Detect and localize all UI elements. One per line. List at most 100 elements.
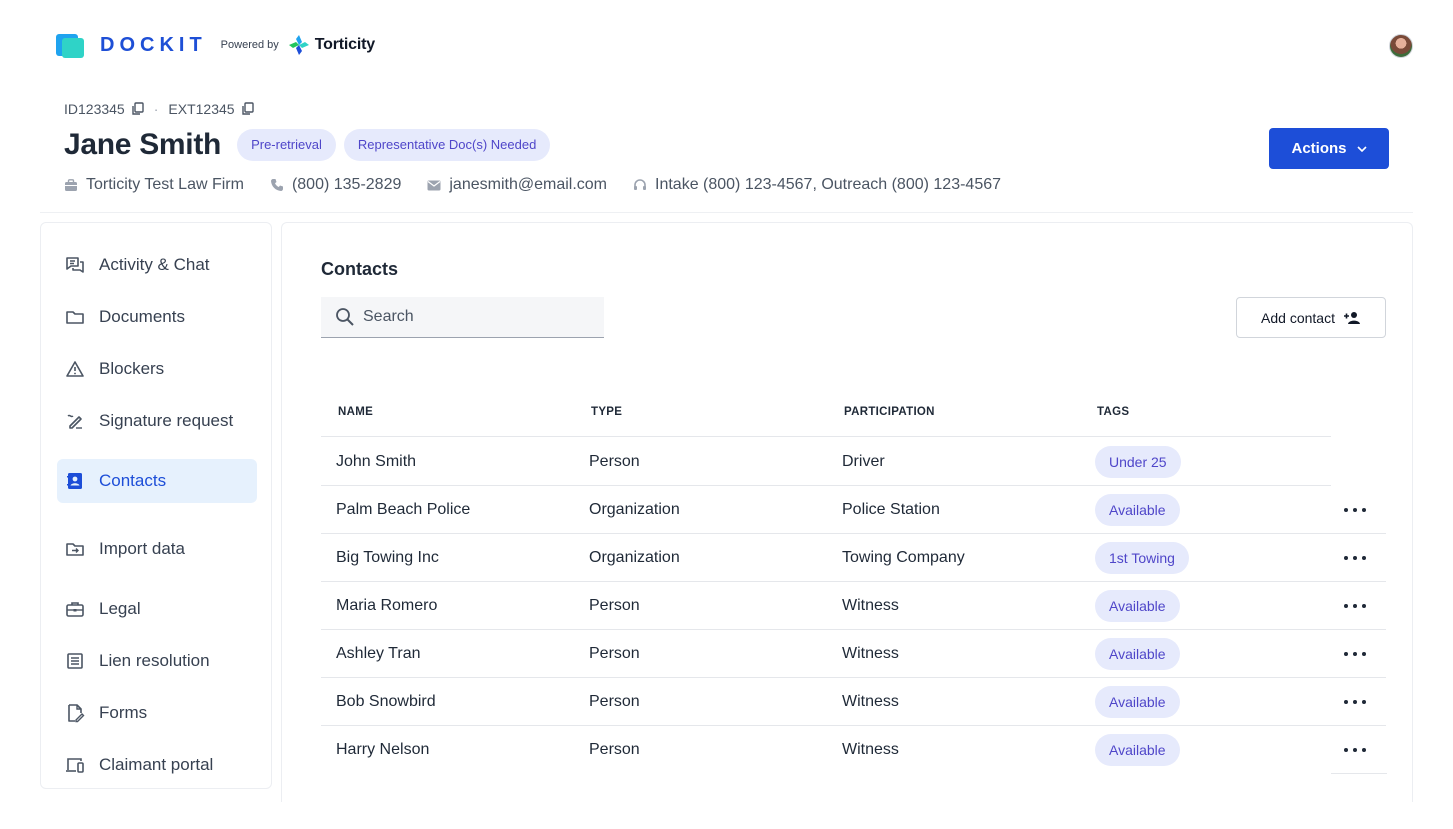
contact-participation: Police Station bbox=[842, 501, 940, 518]
torticity-logo-icon bbox=[288, 35, 309, 55]
table-row[interactable]: Big Towing Inc Organization Towing Compa… bbox=[321, 534, 1386, 582]
contact-participation: Witness bbox=[842, 645, 899, 662]
more-options-icon[interactable] bbox=[1344, 644, 1366, 664]
sidebar-item-label: Documents bbox=[99, 307, 185, 326]
contact-participation: Witness bbox=[842, 693, 899, 710]
table-row[interactable]: Bob Snowbird Person Witness Available bbox=[321, 678, 1386, 726]
external-id: EXT12345 bbox=[168, 101, 235, 117]
sidebar-item-documents[interactable]: Documents bbox=[57, 295, 257, 339]
search-icon bbox=[336, 308, 354, 326]
chat-icon bbox=[66, 257, 84, 273]
contact-type: Person bbox=[589, 453, 640, 470]
folder-icon bbox=[66, 311, 84, 324]
table-header: NAME TYPE PARTICIPATION TAGS bbox=[321, 389, 1331, 437]
sidebar-item-lien-resolution[interactable]: Lien resolution bbox=[57, 639, 257, 683]
mail-icon bbox=[427, 180, 441, 190]
search-box[interactable] bbox=[321, 297, 604, 338]
table-row[interactable]: Palm Beach Police Organization Police St… bbox=[321, 486, 1386, 534]
law-firm-name: Torticity Test Law Firm bbox=[86, 176, 244, 193]
sidebar-item-label: Activity & Chat bbox=[99, 255, 210, 274]
signature-icon bbox=[67, 414, 82, 429]
partner-logo: Torticity bbox=[287, 33, 375, 57]
sidebar-item-legal[interactable]: Legal bbox=[57, 587, 257, 631]
search-input[interactable] bbox=[363, 308, 583, 326]
table-row[interactable]: John Smith Person Driver Under 25 bbox=[321, 438, 1331, 486]
sidebar-item-label: Forms bbox=[99, 703, 148, 722]
more-options-icon[interactable] bbox=[1344, 692, 1366, 712]
sidebar-item-signature-request[interactable]: Signature request bbox=[57, 399, 257, 443]
contact-name: Ashley Tran bbox=[336, 645, 421, 662]
column-header-tags[interactable]: TAGS bbox=[1097, 406, 1129, 418]
phone: (800) 135-2829 bbox=[270, 176, 401, 194]
contact-name: Palm Beach Police bbox=[336, 501, 471, 518]
avatar[interactable] bbox=[1389, 34, 1413, 58]
add-contact-label: Add contact bbox=[1261, 309, 1335, 326]
sidebar-item-forms[interactable]: Forms bbox=[57, 691, 257, 735]
case-ids: ID123345 · EXT12345 bbox=[64, 101, 254, 117]
sidebar-item-label: Signature request bbox=[99, 411, 234, 430]
email-address[interactable]: janesmith@email.com bbox=[449, 176, 607, 194]
status-chip: Representative Doc(s) Needed bbox=[343, 129, 551, 161]
contact-tag: Available bbox=[1095, 734, 1180, 766]
more-options-icon[interactable] bbox=[1344, 596, 1366, 616]
contact-participation: Driver bbox=[842, 453, 885, 470]
row-divider bbox=[1331, 773, 1387, 774]
form-icon bbox=[68, 704, 85, 723]
actions-label: Actions bbox=[1291, 140, 1347, 157]
title-row: Jane Smith Pre-retrieval Representative … bbox=[64, 128, 551, 162]
brand[interactable]: DOCKIT Powered by Torticity bbox=[56, 32, 375, 58]
phone-icon bbox=[270, 179, 283, 191]
client-meta: Torticity Test Law Firm (800) 135-2829 j… bbox=[64, 176, 1027, 194]
actions-button[interactable]: Actions bbox=[1269, 128, 1389, 169]
contact-participation: Towing Company bbox=[842, 549, 965, 566]
sidebar-item-label: Blockers bbox=[99, 359, 165, 378]
table-row[interactable]: Ashley Tran Person Witness Available bbox=[321, 630, 1386, 678]
top-bar: DOCKIT Powered by Torticity bbox=[0, 0, 1453, 90]
add-contact-button[interactable]: Add contact bbox=[1236, 297, 1386, 338]
contact-name: Maria Romero bbox=[336, 597, 438, 614]
briefcase-icon bbox=[65, 178, 77, 191]
section-title: Contacts bbox=[321, 259, 399, 279]
sidebar-item-contacts[interactable]: Contacts bbox=[57, 459, 257, 503]
table-row[interactable]: Maria Romero Person Witness Available bbox=[321, 582, 1386, 630]
sidebar-item-claimant-portal[interactable]: Claimant portal bbox=[57, 743, 257, 787]
support-numbers: Intake (800) 123-4567, Outreach (800) 12… bbox=[655, 176, 1002, 193]
phone-number[interactable]: (800) 135-2829 bbox=[292, 176, 401, 194]
contact-tag: Available bbox=[1095, 494, 1180, 526]
page-title: Jane Smith bbox=[64, 128, 222, 161]
list-icon bbox=[67, 653, 83, 669]
sidebar-item-activity-chat[interactable]: Activity & Chat bbox=[57, 243, 257, 287]
column-header-name[interactable]: NAME bbox=[338, 406, 373, 418]
id-separator: · bbox=[153, 101, 159, 117]
contact-tag: Available bbox=[1095, 638, 1180, 670]
column-header-participation[interactable]: PARTICIPATION bbox=[844, 406, 935, 418]
more-options-icon[interactable] bbox=[1344, 500, 1366, 520]
contacts-icon bbox=[67, 473, 82, 489]
more-options-icon[interactable] bbox=[1344, 548, 1366, 568]
contact-participation: Witness bbox=[842, 597, 899, 614]
sidebar-item-label: Import data bbox=[99, 539, 185, 558]
copy-icon[interactable] bbox=[131, 102, 144, 116]
partner-name: Torticity bbox=[314, 36, 375, 53]
briefcase-icon bbox=[66, 602, 84, 617]
table-row[interactable]: Harry Nelson Person Witness Available bbox=[321, 726, 1386, 774]
contact-name: Big Towing Inc bbox=[336, 549, 439, 566]
header-divider bbox=[40, 212, 1413, 213]
case-id: ID123345 bbox=[64, 101, 125, 117]
contact-participation: Witness bbox=[842, 741, 899, 758]
sidebar-item-blockers[interactable]: Blockers bbox=[57, 347, 257, 391]
add-person-icon bbox=[1343, 311, 1360, 324]
contact-name: Bob Snowbird bbox=[336, 693, 436, 710]
chevron-down-icon bbox=[1356, 145, 1367, 152]
copy-icon[interactable] bbox=[241, 102, 254, 116]
brand-name: DOCKIT bbox=[100, 33, 207, 56]
sidebar-item-label: Lien resolution bbox=[99, 651, 210, 670]
contact-type: Organization bbox=[589, 501, 680, 518]
contact-name: John Smith bbox=[336, 453, 417, 470]
status-chip: Pre-retrieval bbox=[237, 129, 336, 161]
sidebar-item-label: Claimant portal bbox=[99, 755, 214, 774]
contacts-panel: Contacts Add contact NAME TYPE PARTICIPA… bbox=[281, 222, 1413, 802]
more-options-icon[interactable] bbox=[1344, 740, 1366, 760]
column-header-type[interactable]: TYPE bbox=[591, 406, 622, 418]
sidebar-item-import-data[interactable]: Import data bbox=[57, 527, 257, 571]
